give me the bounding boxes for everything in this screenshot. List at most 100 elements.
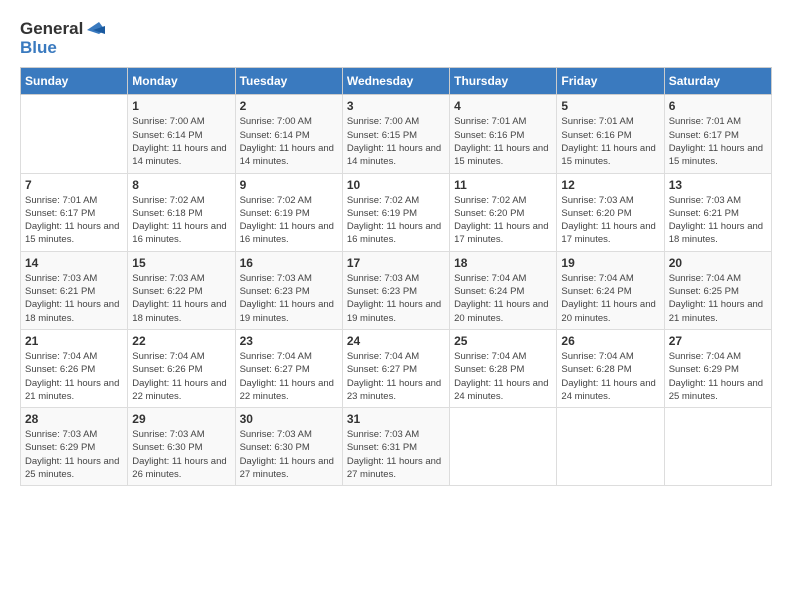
calendar-cell <box>21 95 128 173</box>
logo-bird-icon <box>85 20 107 38</box>
day-detail: Sunrise: 7:03 AMSunset: 6:31 PMDaylight:… <box>347 428 445 481</box>
header: General Blue <box>20 20 772 57</box>
weekday-header-monday: Monday <box>128 68 235 95</box>
calendar-body: 1 Sunrise: 7:00 AMSunset: 6:14 PMDaylight… <box>21 95 772 486</box>
calendar-cell: 25 Sunrise: 7:04 AMSunset: 6:28 PMDayligh… <box>450 329 557 407</box>
day-number: 15 <box>132 256 230 270</box>
calendar-cell: 31 Sunrise: 7:03 AMSunset: 6:31 PMDayligh… <box>342 408 449 486</box>
calendar-cell: 20 Sunrise: 7:04 AMSunset: 6:25 PMDayligh… <box>664 251 771 329</box>
calendar-table: SundayMondayTuesdayWednesdayThursdayFrid… <box>20 67 772 486</box>
day-detail: Sunrise: 7:03 AMSunset: 6:30 PMDaylight:… <box>132 428 230 481</box>
day-number: 3 <box>347 99 445 113</box>
calendar-week-row: 1 Sunrise: 7:00 AMSunset: 6:14 PMDaylight… <box>21 95 772 173</box>
calendar-cell: 24Sunrise: 7:04 AMSunset: 6:27 PMDayligh… <box>342 329 449 407</box>
calendar-cell: 16Sunrise: 7:03 AMSunset: 6:23 PMDayligh… <box>235 251 342 329</box>
calendar-cell: 17 Sunrise: 7:03 AMSunset: 6:23 PMDayligh… <box>342 251 449 329</box>
calendar-cell: 19 Sunrise: 7:04 AMSunset: 6:24 PMDayligh… <box>557 251 664 329</box>
day-number: 11 <box>454 178 552 192</box>
day-number: 25 <box>454 334 552 348</box>
weekday-header-sunday: Sunday <box>21 68 128 95</box>
weekday-header-friday: Friday <box>557 68 664 95</box>
calendar-cell: 30Sunrise: 7:03 AMSunset: 6:30 PMDayligh… <box>235 408 342 486</box>
calendar-cell: 14Sunrise: 7:03 AMSunset: 6:21 PMDayligh… <box>21 251 128 329</box>
day-detail: Sunrise: 7:04 AMSunset: 6:26 PMDaylight:… <box>132 350 230 403</box>
day-detail: Sunrise: 7:04 AMSunset: 6:27 PMDaylight:… <box>240 350 338 403</box>
day-detail: Sunrise: 7:01 AMSunset: 6:17 PMDaylight:… <box>669 115 767 168</box>
weekday-header-tuesday: Tuesday <box>235 68 342 95</box>
calendar-cell: 10 Sunrise: 7:02 AMSunset: 6:19 PMDayligh… <box>342 173 449 251</box>
day-number: 12 <box>561 178 659 192</box>
calendar-cell: 13Sunrise: 7:03 AMSunset: 6:21 PMDayligh… <box>664 173 771 251</box>
calendar-week-row: 28Sunrise: 7:03 AMSunset: 6:29 PMDayligh… <box>21 408 772 486</box>
calendar-cell: 4 Sunrise: 7:01 AMSunset: 6:16 PMDaylight… <box>450 95 557 173</box>
day-detail: Sunrise: 7:04 AMSunset: 6:24 PMDaylight:… <box>454 272 552 325</box>
day-detail: Sunrise: 7:03 AMSunset: 6:21 PMDaylight:… <box>669 194 767 247</box>
calendar-cell: 15 Sunrise: 7:03 AMSunset: 6:22 PMDayligh… <box>128 251 235 329</box>
day-number: 14 <box>25 256 123 270</box>
day-number: 23 <box>240 334 338 348</box>
day-detail: Sunrise: 7:03 AMSunset: 6:23 PMDaylight:… <box>347 272 445 325</box>
calendar-cell: 9 Sunrise: 7:02 AMSunset: 6:19 PMDaylight… <box>235 173 342 251</box>
day-detail: Sunrise: 7:04 AMSunset: 6:27 PMDaylight:… <box>347 350 445 403</box>
day-detail: Sunrise: 7:03 AMSunset: 6:29 PMDaylight:… <box>25 428 123 481</box>
day-number: 29 <box>132 412 230 426</box>
day-number: 31 <box>347 412 445 426</box>
calendar-cell <box>557 408 664 486</box>
day-detail: Sunrise: 7:04 AMSunset: 6:26 PMDaylight:… <box>25 350 123 403</box>
calendar-cell: 2 Sunrise: 7:00 AMSunset: 6:14 PMDaylight… <box>235 95 342 173</box>
calendar-header: SundayMondayTuesdayWednesdayThursdayFrid… <box>21 68 772 95</box>
day-detail: Sunrise: 7:00 AMSunset: 6:14 PMDaylight:… <box>132 115 230 168</box>
day-number: 8 <box>132 178 230 192</box>
day-number: 10 <box>347 178 445 192</box>
day-number: 18 <box>454 256 552 270</box>
weekday-header-wednesday: Wednesday <box>342 68 449 95</box>
day-number: 4 <box>454 99 552 113</box>
calendar-cell: 6 Sunrise: 7:01 AMSunset: 6:17 PMDaylight… <box>664 95 771 173</box>
day-number: 27 <box>669 334 767 348</box>
day-number: 30 <box>240 412 338 426</box>
calendar-week-row: 14Sunrise: 7:03 AMSunset: 6:21 PMDayligh… <box>21 251 772 329</box>
day-number: 5 <box>561 99 659 113</box>
day-detail: Sunrise: 7:04 AMSunset: 6:28 PMDaylight:… <box>561 350 659 403</box>
day-number: 17 <box>347 256 445 270</box>
calendar-cell <box>450 408 557 486</box>
day-detail: Sunrise: 7:01 AMSunset: 6:16 PMDaylight:… <box>454 115 552 168</box>
calendar-cell: 23 Sunrise: 7:04 AMSunset: 6:27 PMDayligh… <box>235 329 342 407</box>
logo-text: General Blue <box>20 20 107 57</box>
day-detail: Sunrise: 7:01 AMSunset: 6:17 PMDaylight:… <box>25 194 123 247</box>
day-detail: Sunrise: 7:03 AMSunset: 6:22 PMDaylight:… <box>132 272 230 325</box>
calendar-cell: 8Sunrise: 7:02 AMSunset: 6:18 PMDaylight… <box>128 173 235 251</box>
day-number: 9 <box>240 178 338 192</box>
calendar-cell: 28Sunrise: 7:03 AMSunset: 6:29 PMDayligh… <box>21 408 128 486</box>
calendar-cell: 22 Sunrise: 7:04 AMSunset: 6:26 PMDayligh… <box>128 329 235 407</box>
day-number: 1 <box>132 99 230 113</box>
calendar-cell: 1 Sunrise: 7:00 AMSunset: 6:14 PMDaylight… <box>128 95 235 173</box>
day-detail: Sunrise: 7:00 AMSunset: 6:14 PMDaylight:… <box>240 115 338 168</box>
day-detail: Sunrise: 7:04 AMSunset: 6:29 PMDaylight:… <box>669 350 767 403</box>
day-number: 20 <box>669 256 767 270</box>
day-number: 2 <box>240 99 338 113</box>
day-detail: Sunrise: 7:02 AMSunset: 6:19 PMDaylight:… <box>240 194 338 247</box>
day-detail: Sunrise: 7:04 AMSunset: 6:28 PMDaylight:… <box>454 350 552 403</box>
day-number: 21 <box>25 334 123 348</box>
calendar-cell: 27 Sunrise: 7:04 AMSunset: 6:29 PMDayligh… <box>664 329 771 407</box>
day-number: 22 <box>132 334 230 348</box>
calendar-cell <box>664 408 771 486</box>
day-detail: Sunrise: 7:00 AMSunset: 6:15 PMDaylight:… <box>347 115 445 168</box>
day-number: 6 <box>669 99 767 113</box>
weekday-header-saturday: Saturday <box>664 68 771 95</box>
calendar-cell: 29 Sunrise: 7:03 AMSunset: 6:30 PMDayligh… <box>128 408 235 486</box>
day-detail: Sunrise: 7:04 AMSunset: 6:24 PMDaylight:… <box>561 272 659 325</box>
weekday-header-thursday: Thursday <box>450 68 557 95</box>
logo-blue: Blue <box>20 38 57 57</box>
day-detail: Sunrise: 7:03 AMSunset: 6:20 PMDaylight:… <box>561 194 659 247</box>
logo: General Blue <box>20 20 107 57</box>
calendar-cell: 26Sunrise: 7:04 AMSunset: 6:28 PMDayligh… <box>557 329 664 407</box>
calendar-cell: 18 Sunrise: 7:04 AMSunset: 6:24 PMDayligh… <box>450 251 557 329</box>
day-number: 19 <box>561 256 659 270</box>
logo-general: General <box>20 20 83 39</box>
day-detail: Sunrise: 7:04 AMSunset: 6:25 PMDaylight:… <box>669 272 767 325</box>
day-detail: Sunrise: 7:03 AMSunset: 6:23 PMDaylight:… <box>240 272 338 325</box>
day-detail: Sunrise: 7:02 AMSunset: 6:19 PMDaylight:… <box>347 194 445 247</box>
day-detail: Sunrise: 7:01 AMSunset: 6:16 PMDaylight:… <box>561 115 659 168</box>
